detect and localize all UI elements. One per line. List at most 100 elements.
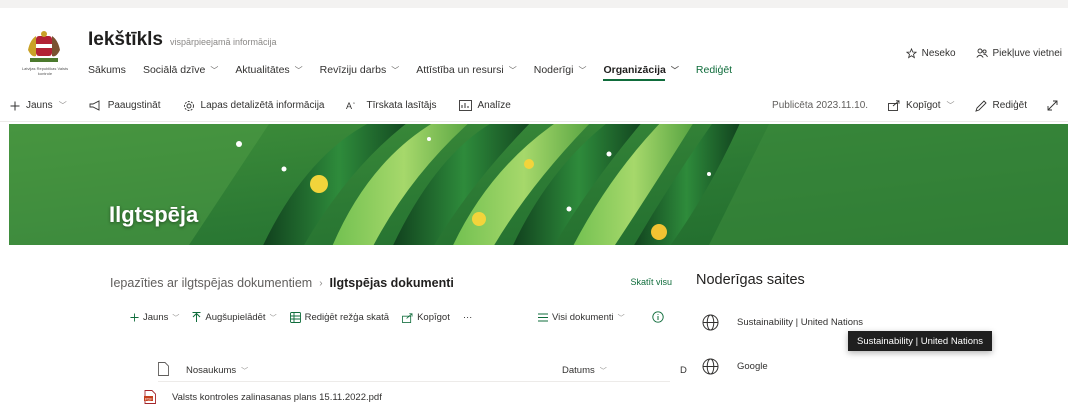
expand-button[interactable] <box>1047 100 1064 111</box>
library-new-button[interactable]: Jauns ﹀ <box>130 312 179 323</box>
share-icon <box>888 100 900 111</box>
promote-label: Paaugstināt <box>107 100 161 111</box>
svg-text:A: A <box>346 101 352 111</box>
quick-links-title: Noderīgas saites <box>696 272 805 288</box>
chevron-down-icon: ﹀ <box>946 101 955 110</box>
chevron-down-icon: ﹀ <box>241 367 249 375</box>
nav-label: Organizācija <box>603 64 666 76</box>
document-library-webpart: Iepazīties ar ilgtspējas dokumentiem › I… <box>110 272 687 404</box>
upload-label: Augšupielādēt <box>205 312 266 323</box>
site-access-button[interactable]: Piekļuve vietnei <box>975 48 1062 59</box>
library-new-label: Jauns <box>143 312 169 323</box>
nav-item-organizacija[interactable]: Organizācija ﹀ <box>603 64 679 81</box>
analytics-icon <box>458 100 472 111</box>
follow-button[interactable]: Neseko <box>905 48 956 59</box>
people-icon <box>975 48 988 58</box>
nav-item-sakums[interactable]: Sākums <box>88 64 126 76</box>
share-icon <box>402 312 413 323</box>
pencil-icon <box>974 99 987 112</box>
svg-text:PDF: PDF <box>145 397 153 401</box>
nav-label: Aktualitātes <box>235 64 290 76</box>
page-command-bar: Jauns ﹀ Paaugstināt Lapas detalizētā info… <box>0 90 1068 122</box>
page-banner: Ilgtspēja <box>9 124 1068 245</box>
logo-caption: Latvijas Republikas Valsts kontrole <box>21 66 69 76</box>
promote-button[interactable]: Paaugstināt <box>89 100 161 111</box>
edit-page-button[interactable]: Rediģēt <box>974 99 1027 112</box>
nav-label: Rediģēt <box>695 64 733 76</box>
chevron-right-icon: › <box>319 277 323 289</box>
view-selector-label: Visi dokumenti <box>552 312 614 323</box>
chevron-down-icon: ﹀ <box>58 101 67 110</box>
chevron-down-icon: ﹀ <box>269 314 277 322</box>
header-actions: Neseko Piekļuve vietnei <box>886 48 1062 59</box>
site-subtitle: vispārpieejamā informācija <box>170 37 277 47</box>
follow-label: Neseko <box>921 48 956 59</box>
expand-icon <box>1047 100 1058 111</box>
coat-of-arms-logo[interactable] <box>22 30 66 70</box>
quick-links-webpart: Noderīgas saites Sustainability | United… <box>696 272 1026 375</box>
link-google[interactable]: Google <box>702 358 768 375</box>
share-button[interactable]: Kopīgot ﹀ <box>888 100 955 111</box>
nav-item-attistiba-un-resursi[interactable]: Attīstība un resursi ﹀ <box>416 64 517 76</box>
immersive-reader-button[interactable]: Aⁿ Tīrskata lasītājs <box>346 100 436 111</box>
globe-icon <box>702 358 719 375</box>
view-selector[interactable]: Visi dokumenti ﹀ <box>538 312 625 323</box>
column-date-header[interactable]: Datums ﹀ <box>562 365 607 376</box>
analytics-button[interactable]: Analīze <box>458 100 511 111</box>
nav-label: Attīstība un resursi <box>416 64 504 76</box>
upload-button[interactable]: Augšupielādēt ﹀ <box>192 312 277 323</box>
edit-label: Rediģēt <box>992 100 1027 111</box>
chevron-down-icon: ﹀ <box>599 367 607 375</box>
more-options-button[interactable]: ··· <box>463 312 473 323</box>
document-name[interactable]: Valsts kontroles zalinasanas plans 15.11… <box>172 392 382 403</box>
plus-icon <box>10 101 20 110</box>
list-view-icon <box>538 313 548 322</box>
column-header-row: Nosaukums ﹀ Datums ﹀ D <box>158 360 687 382</box>
link-sustainability-un[interactable]: Sustainability | United Nations <box>702 314 863 331</box>
info-icon <box>652 311 664 323</box>
breadcrumb-parent[interactable]: Iepazīties ar ilgtspējas dokumentiem <box>110 276 312 290</box>
nav-item-noderigi[interactable]: Noderīgi ﹀ <box>534 64 587 76</box>
megaphone-icon <box>89 100 100 111</box>
star-icon <box>905 48 917 59</box>
nav-item-sociala-dzive[interactable]: Sociālā dzīve ﹀ <box>143 64 218 76</box>
nav-label: Revīziju darbs <box>319 64 387 76</box>
upload-icon <box>192 312 201 322</box>
immersive-reader-label: Tīrskata lasītājs <box>366 100 437 111</box>
table-row[interactable]: PDF Valsts kontroles zalinasanas plans 1… <box>144 387 382 407</box>
column-date-label: Datums <box>562 365 595 376</box>
top-navigation: Sākums Sociālā dzīve ﹀ Aktualitātes ﹀ Revī… <box>88 60 749 81</box>
library-share-button[interactable]: Kopīgot <box>402 312 450 323</box>
see-all-link[interactable]: Skatīt visu <box>630 277 672 287</box>
file-type-icon[interactable] <box>158 362 169 376</box>
site-title[interactable]: Iekštīkls <box>88 29 163 51</box>
breadcrumb-current[interactable]: Ilgtspējas dokumenti <box>330 276 454 290</box>
chevron-down-icon: ﹀ <box>670 65 679 75</box>
nav-label: Noderīgi <box>533 64 574 76</box>
column-name-header[interactable]: Nosaukums ﹀ <box>186 365 248 376</box>
chevron-down-icon: ﹀ <box>508 65 517 75</box>
nav-item-aktualitates[interactable]: Aktualitātes ﹀ <box>235 64 302 76</box>
chevron-down-icon: ﹀ <box>617 314 625 322</box>
page-details-button[interactable]: Lapas detalizētā informācija <box>183 100 324 112</box>
pdf-file-icon: PDF <box>144 390 156 404</box>
chevron-down-icon: ﹀ <box>391 65 400 75</box>
grid-icon <box>289 312 301 323</box>
plus-icon <box>130 313 139 322</box>
new-button[interactable]: Jauns ﹀ <box>10 100 67 111</box>
svg-text:ⁿ: ⁿ <box>353 101 355 107</box>
grid-edit-label: Rediģēt režģa skatā <box>304 312 390 323</box>
grid-edit-button[interactable]: Rediģēt režģa skatā <box>289 312 390 323</box>
info-button[interactable] <box>652 311 664 326</box>
share-label: Kopīgot <box>906 100 941 111</box>
chevron-down-icon: ﹀ <box>294 65 303 75</box>
nav-label: Sākums <box>88 64 126 76</box>
immersive-reader-icon: Aⁿ <box>346 101 355 111</box>
chevron-down-icon: ﹀ <box>578 65 587 75</box>
breadcrumb: Iepazīties ar ilgtspējas dokumentiem › I… <box>110 272 680 294</box>
nav-label: Sociālā dzīve <box>142 64 206 76</box>
nav-item-reviziju-darbs[interactable]: Revīziju darbs ﹀ <box>320 64 400 76</box>
nav-edit-link[interactable]: Rediģēt <box>696 64 732 76</box>
published-date: Publicēta 2023.11.10. <box>772 100 869 111</box>
column-truncated-header[interactable]: D <box>680 365 687 376</box>
